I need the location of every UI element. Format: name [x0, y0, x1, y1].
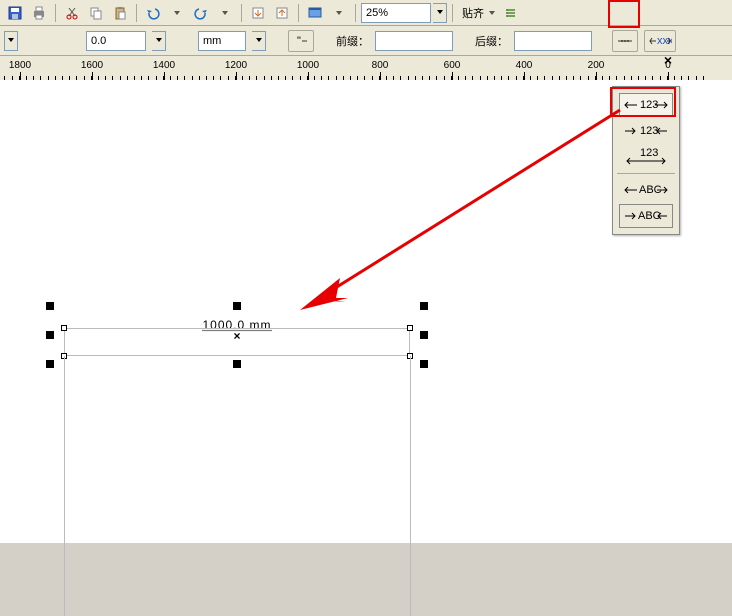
units-value: mm	[203, 35, 221, 47]
ruler-number: 1600	[81, 60, 103, 71]
selection-handle[interactable]	[420, 360, 428, 368]
fullscreen-icon[interactable]	[304, 2, 326, 24]
dimension-node[interactable]	[61, 325, 67, 331]
options-icon[interactable]	[500, 2, 522, 24]
close-icon[interactable]: ×	[664, 56, 672, 68]
zoom-value: 25%	[366, 7, 388, 19]
ruler-number: 1800	[9, 60, 31, 71]
ruler-number: 400	[516, 60, 533, 71]
ruler-number: 1000	[297, 60, 319, 71]
dim-style-abc-between[interactable]: ABC	[619, 178, 673, 202]
svg-text:123: 123	[640, 99, 658, 111]
horizontal-ruler[interactable]: 180016001400120010008006004002000 ×	[0, 56, 732, 80]
flyout-separator	[617, 173, 675, 174]
selection-handle[interactable]	[46, 360, 54, 368]
ruler-number: 1400	[153, 60, 175, 71]
style-dropdown-button[interactable]	[4, 31, 18, 51]
dimension-node[interactable]	[407, 325, 413, 331]
text-position-flyout-button[interactable]: xxx	[644, 30, 676, 52]
separator	[136, 4, 137, 22]
precision-dropdown-button[interactable]	[152, 31, 166, 51]
separator	[55, 4, 56, 22]
separator	[452, 4, 453, 22]
prefix-input[interactable]	[375, 31, 453, 51]
selection-handle[interactable]	[233, 360, 241, 368]
cut-icon[interactable]	[61, 2, 83, 24]
dropdown-caret-icon[interactable]	[486, 2, 498, 24]
copy-icon[interactable]	[85, 2, 107, 24]
standard-toolbar: 25% 贴齐	[0, 0, 732, 26]
ruler-number: 600	[444, 60, 461, 71]
dim-style-text-above[interactable]: 123	[619, 145, 673, 169]
selection-handle[interactable]	[420, 331, 428, 339]
zoom-dropdown-button[interactable]	[433, 3, 447, 23]
redo-icon[interactable]	[190, 2, 212, 24]
precision-value: 0.0	[91, 35, 106, 47]
save-icon[interactable]	[4, 2, 26, 24]
suffix-label: 后缀：	[475, 33, 508, 49]
import-icon[interactable]	[247, 2, 269, 24]
ruler-number: 800	[372, 60, 389, 71]
show-units-button[interactable]: "	[288, 30, 314, 52]
units-dropdown-button[interactable]	[252, 31, 266, 51]
dropdown-caret-icon[interactable]	[328, 2, 350, 24]
precision-input[interactable]: 0.0	[86, 31, 146, 51]
units-input[interactable]: mm	[198, 31, 246, 51]
selection-handle[interactable]	[233, 302, 241, 310]
zoom-input[interactable]: 25%	[361, 3, 431, 23]
prefix-label: 前缀：	[336, 33, 369, 49]
property-bar: 0.0 mm " 前缀： 后缀： xxx	[0, 26, 732, 56]
suffix-input[interactable]	[514, 31, 592, 51]
export-icon[interactable]	[271, 2, 293, 24]
selection-handle[interactable]	[46, 302, 54, 310]
separator	[355, 4, 356, 22]
selection-handle[interactable]	[46, 331, 54, 339]
dropdown-caret-icon[interactable]	[214, 2, 236, 24]
dynamic-dimension-button[interactable]	[612, 30, 638, 52]
snap-label: 贴齐	[462, 5, 484, 21]
svg-text:ABC: ABC	[638, 210, 661, 222]
page-edge	[410, 356, 411, 616]
page-edge	[64, 356, 65, 616]
dim-style-abc-between-arrows[interactable]: ABC	[619, 204, 673, 228]
print-icon[interactable]	[28, 2, 50, 24]
dimension-body[interactable]	[64, 328, 410, 356]
svg-text:ABC: ABC	[639, 184, 662, 196]
svg-text:123: 123	[640, 125, 658, 137]
svg-text:": "	[297, 35, 301, 47]
dim-style-text-between-arrows[interactable]: 123	[619, 119, 673, 143]
separator	[241, 4, 242, 22]
selection-handle[interactable]	[420, 302, 428, 310]
paste-icon[interactable]	[109, 2, 131, 24]
separator	[298, 4, 299, 22]
dim-style-text-between[interactable]: 123	[619, 93, 673, 117]
svg-text:123: 123	[640, 148, 658, 159]
ruler-number: 200	[588, 60, 605, 71]
ruler-number: 1200	[225, 60, 247, 71]
text-position-flyout: 123 123 123 ABC ABC	[612, 86, 680, 235]
dropdown-caret-icon[interactable]	[166, 2, 188, 24]
undo-icon[interactable]	[142, 2, 164, 24]
